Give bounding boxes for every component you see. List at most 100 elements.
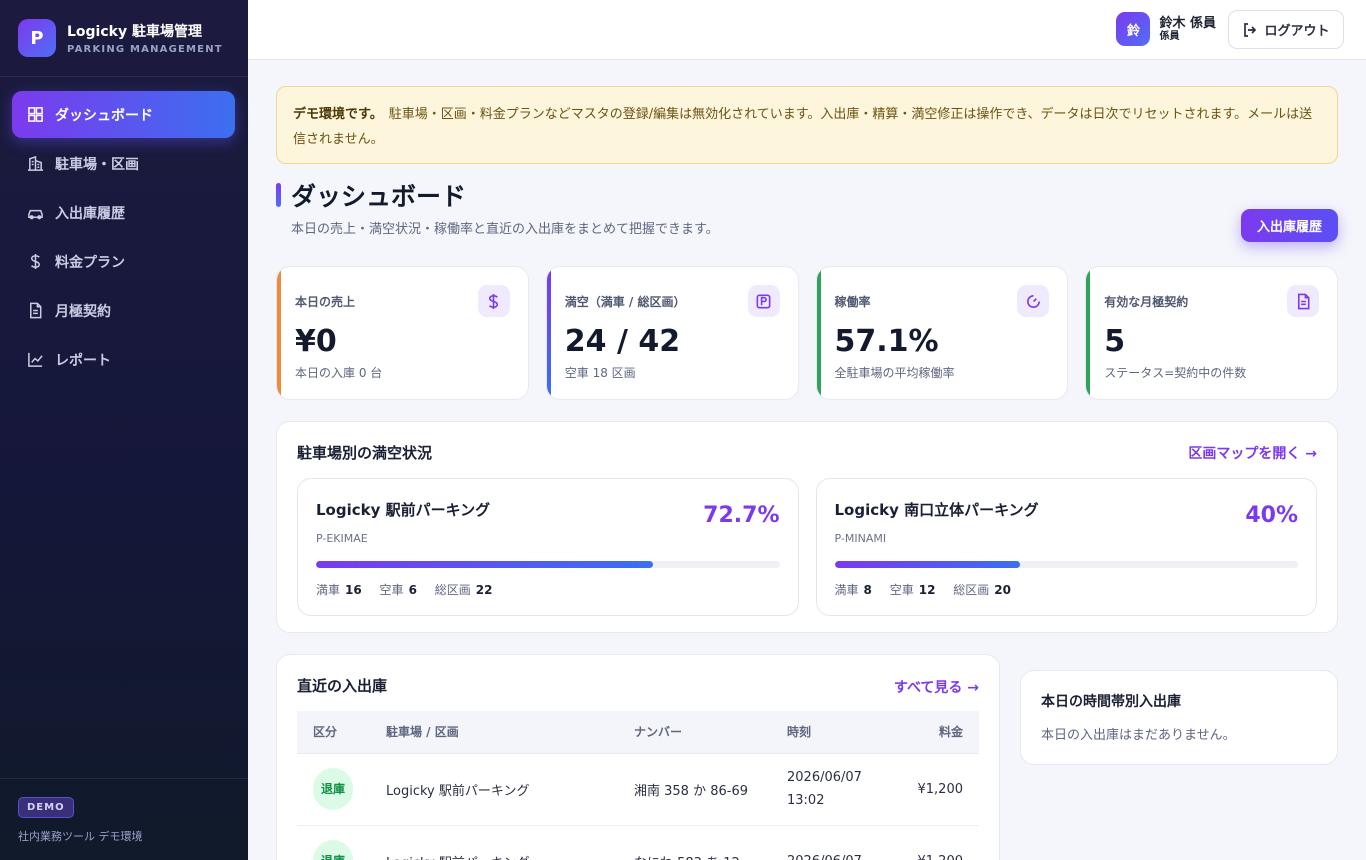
logout-icon <box>1244 22 1257 37</box>
total-count: 20 <box>994 583 1011 597</box>
user-name: 鈴木 係員 <box>1159 16 1216 31</box>
sidebar-item-label: 入出庫履歴 <box>55 205 125 222</box>
open-map-link[interactable]: 区画マップを開く → <box>1188 443 1317 463</box>
table-header-row: 区分 駐車場 / 区画 ナンバー 時刻 料金 <box>297 711 979 754</box>
total-count: 22 <box>475 583 493 597</box>
notice-text: 駐車場・区画・料金プランなどマスタの登録/編集は無効化されています。入出庫・精算… <box>293 107 1313 147</box>
sidebar-item-label: 月極契約 <box>55 303 111 320</box>
plate-cell: なにわ 583 あ 12- <box>634 825 787 860</box>
gauge-icon <box>1017 285 1050 317</box>
sidebar-item-entry-history[interactable]: 入出庫履歴 <box>12 189 235 236</box>
stat-note: ステータス=契約中の件数 <box>1104 366 1247 380</box>
document-icon <box>1287 285 1319 317</box>
document-icon <box>26 302 44 320</box>
lot-card[interactable]: Logicky 南口立体パーキング P-MINAMI 40% 満車 8 空車 12 … <box>815 478 1317 616</box>
section-title: 駐車場別の満空状況 <box>297 444 433 462</box>
sidebar: P Logicky 駐車場管理 PARKING MANAGEMENT ダッシュボ… <box>0 0 248 860</box>
occupancy-panel: 駐車場別の満空状況 区画マップを開く → Logicky 駅前パーキング P-E… <box>276 421 1338 633</box>
chart-icon <box>26 351 44 369</box>
sidebar-item-label: 駐車場・区画 <box>55 156 139 173</box>
brand-logo: P <box>18 19 56 57</box>
empty-count: 12 <box>918 583 936 597</box>
time-text: 13:02 <box>787 793 825 808</box>
avatar: 鈴 <box>1116 12 1151 46</box>
sidebar-item-label: レポート <box>55 352 111 369</box>
page-subtitle: 本日の売上・満空状況・稼働率と直近の入出庫をまとめて把握できます。 <box>291 222 719 237</box>
lot-name: Logicky 南口立体パーキング <box>834 501 1039 519</box>
car-icon <box>26 204 44 222</box>
sidebar-item-parking-lots[interactable]: 駐車場・区画 <box>12 140 235 187</box>
sidebar-item-dashboard[interactable]: ダッシュボード <box>12 91 235 138</box>
stat-accent <box>1086 267 1091 399</box>
demo-badge: DEMO <box>18 797 74 818</box>
sidebar-nav: ダッシュボード 駐車場・区画 入出庫履歴 料金プラン 月極契約 レポート <box>0 77 248 383</box>
table-row[interactable]: 退庫 Logicky 駅前パーキング なにわ 583 あ 12- 2026/06… <box>297 825 979 860</box>
user-menu[interactable]: 鈴 鈴木 係員 係員 <box>1116 12 1216 46</box>
brand-title: Logicky 駐車場管理 <box>67 24 202 40</box>
user-role: 係員 <box>1159 31 1180 42</box>
logout-button[interactable]: ログアウト <box>1228 10 1344 49</box>
lot-rate: 40% <box>1245 503 1298 528</box>
stat-accent <box>816 267 821 399</box>
column-header: 駐車場 / 区画 <box>386 711 634 754</box>
full-count: 8 <box>863 583 872 597</box>
stat-card-sales: 本日の売上 ¥0 本日の入庫 0 台 <box>276 266 529 400</box>
dollar-icon <box>26 253 44 271</box>
dashboard-icon <box>26 106 44 124</box>
date-text: 2026/06/07 <box>787 850 897 860</box>
sidebar-item-pricing-plans[interactable]: 料金プラン <box>12 238 235 285</box>
column-header: 区分 <box>297 711 386 754</box>
direction-badge: 退庫 <box>313 840 353 860</box>
lot-cell: Logicky 駅前パーキング <box>386 753 634 826</box>
full-label: 満車 <box>316 583 341 597</box>
brand-subtitle: PARKING MANAGEMENT <box>67 44 223 55</box>
occupancy-bar <box>316 561 780 568</box>
stat-value: 24 / 42 <box>564 324 681 359</box>
lot-cell: Logicky 駅前パーキング <box>386 825 634 860</box>
sidebar-footer: DEMO 社内業務ツール デモ環境 <box>0 778 248 860</box>
lot-stats: 満車 16 空車 6 総区画 22 <box>316 581 780 598</box>
page-header: ダッシュボード 本日の売上・満空状況・稼働率と直近の入出庫をまとめて把握できます… <box>276 182 1338 252</box>
entry-history-button[interactable]: 入出庫履歴 <box>1240 209 1338 242</box>
topbar: 鈴 鈴木 係員 係員 ログアウト <box>248 0 1366 60</box>
stat-note: 空車 18 区画 <box>564 366 636 380</box>
empty-label: 空車 <box>379 583 404 597</box>
stat-note: 全駐車場の平均稼働率 <box>834 366 955 380</box>
stat-value: 5 <box>1104 324 1126 359</box>
lot-card[interactable]: Logicky 駅前パーキング P-EKIMAE 72.7% 満車 16 空車 6 … <box>297 478 799 616</box>
total-label: 総区画 <box>434 583 471 597</box>
sidebar-item-label: ダッシュボード <box>55 107 153 124</box>
stat-card-monthly-contracts: 有効な月極契約 5 ステータス=契約中の件数 <box>1085 266 1338 400</box>
total-label: 総区画 <box>953 583 990 597</box>
building-icon <box>26 155 44 173</box>
time-cell: 2026/06/07 <box>787 825 897 860</box>
column-header: ナンバー <box>634 711 787 754</box>
table-row[interactable]: 退庫 Logicky 駅前パーキング 湘南 358 か 86-69 2026/0… <box>297 753 979 826</box>
stat-cards: 本日の売上 ¥0 本日の入庫 0 台 満空（満車 / 総区画） 24 / 42 … <box>276 266 1338 400</box>
main-content: デモ環境です。 駐車場・区画・料金プランなどマスタの登録/編集は無効化されています… <box>276 86 1338 860</box>
view-all-link[interactable]: すべて見る → <box>894 677 979 697</box>
parking-icon <box>747 285 780 317</box>
empty-state-text: 本日の入出庫はまだありません。 <box>1041 728 1236 743</box>
empty-count: 6 <box>408 583 417 597</box>
full-label: 満車 <box>834 583 859 597</box>
lot-code: P-MINAMI <box>834 532 887 545</box>
fee-cell: ¥1,200 <box>897 825 979 860</box>
column-header: 時刻 <box>787 711 897 754</box>
stat-value: 57.1% <box>834 324 939 359</box>
section-title: 本日の時間帯別入出庫 <box>1041 694 1181 710</box>
title-accent-bar <box>276 183 281 207</box>
sidebar-item-reports[interactable]: レポート <box>12 336 235 383</box>
stat-accent <box>277 267 281 399</box>
lot-stats: 満車 8 空車 12 総区画 20 <box>835 581 1299 598</box>
stat-card-occupancy: 満空（満車 / 総区画） 24 / 42 空車 18 区画 <box>545 266 799 400</box>
logout-label: ログアウト <box>1264 24 1330 39</box>
sidebar-item-monthly-contracts[interactable]: 月極契約 <box>12 287 235 334</box>
stat-accent <box>546 267 551 399</box>
lot-rate: 72.7% <box>703 503 780 528</box>
occupancy-bar-fill <box>316 561 653 568</box>
brand: P Logicky 駐車場管理 PARKING MANAGEMENT <box>0 0 248 77</box>
empty-label: 空車 <box>889 583 914 597</box>
sidebar-item-label: 料金プラン <box>55 254 125 271</box>
sidebar-footer-text: 社内業務ツール デモ環境 <box>18 830 143 843</box>
